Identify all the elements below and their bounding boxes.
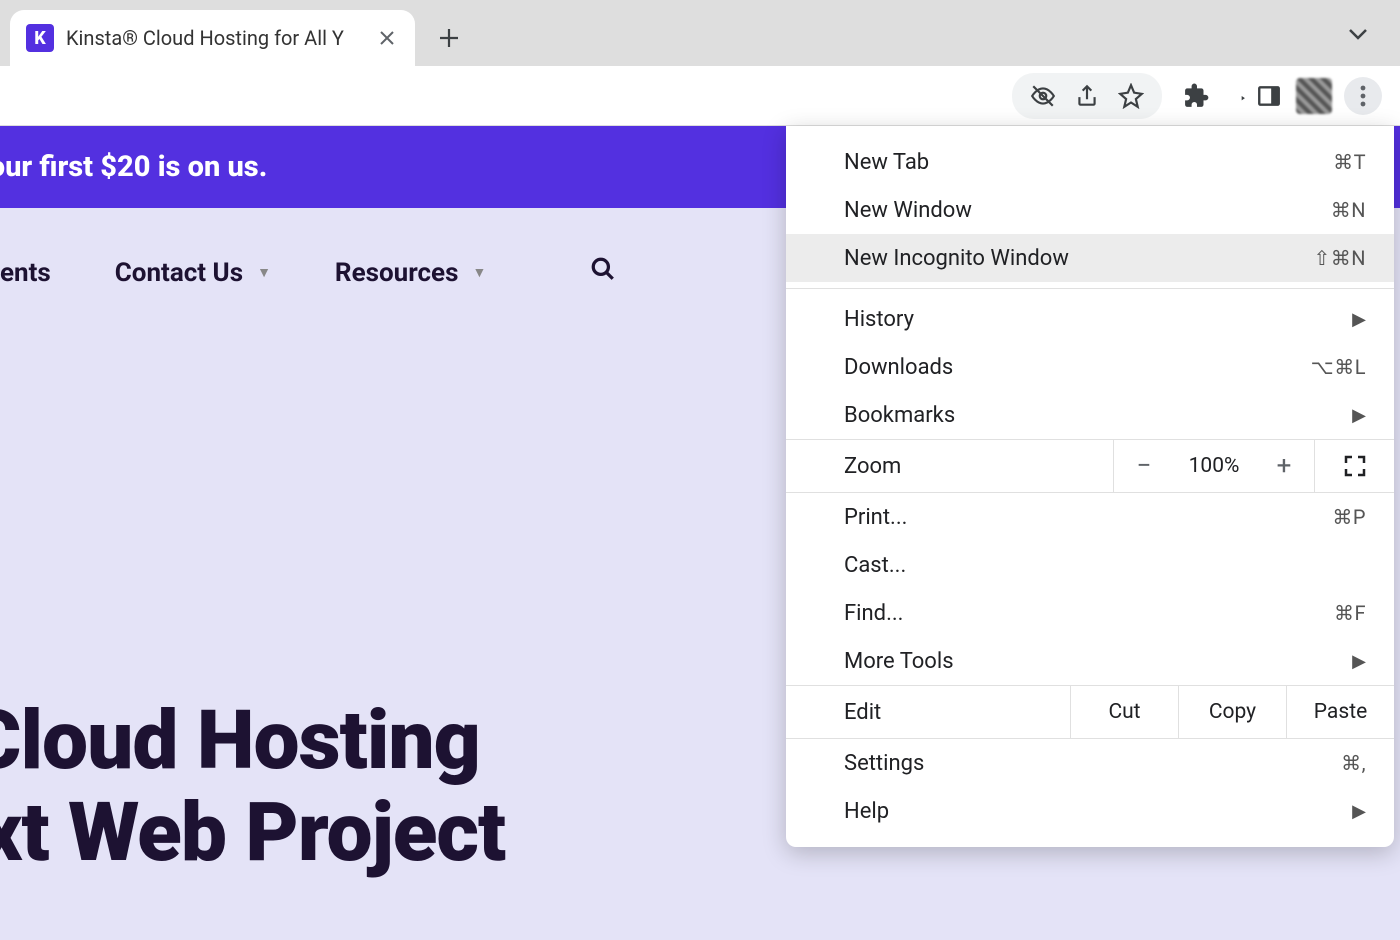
- close-icon: [379, 30, 395, 46]
- menu-print[interactable]: Print... ⌘P: [786, 493, 1394, 541]
- plus-icon: [438, 27, 460, 49]
- menu-new-incognito[interactable]: New Incognito Window ⇧⌘N: [786, 234, 1394, 282]
- search-icon: [590, 256, 616, 282]
- chevron-right-icon: ▶: [1352, 309, 1366, 330]
- fullscreen-icon: [1344, 455, 1366, 477]
- tab-favicon: K: [26, 24, 54, 52]
- menu-item-label: Zoom: [786, 454, 1113, 479]
- bookmark-button[interactable]: [1116, 81, 1146, 111]
- menu-new-window[interactable]: New Window ⌘N: [786, 186, 1394, 234]
- eye-off-button[interactable]: [1028, 81, 1058, 111]
- menu-item-label: New Incognito Window: [844, 246, 1313, 271]
- chrome-menu: New Tab ⌘T New Window ⌘N New Incognito W…: [786, 126, 1394, 847]
- edit-paste-button[interactable]: Paste: [1286, 686, 1394, 738]
- edit-cut-button[interactable]: Cut: [1070, 686, 1178, 738]
- share-icon: [1074, 83, 1100, 109]
- menu-edit-row: Edit Cut Copy Paste: [786, 685, 1394, 739]
- browser-toolbar: [0, 66, 1400, 126]
- zoom-in-button[interactable]: +: [1254, 451, 1314, 481]
- menu-cast[interactable]: Cast...: [786, 541, 1394, 589]
- nav-label: Resources: [335, 258, 459, 288]
- close-tab-button[interactable]: [375, 26, 399, 50]
- menu-item-label: Edit: [786, 700, 1070, 725]
- caret-down-icon: ▼: [472, 264, 486, 281]
- tab-title: Kinsta® Cloud Hosting for All Y: [66, 26, 363, 50]
- menu-find[interactable]: Find... ⌘F: [786, 589, 1394, 637]
- menu-item-label: Settings: [844, 751, 1341, 776]
- menu-item-shortcut: ⌘P: [1332, 505, 1366, 529]
- extensions-button[interactable]: [1182, 81, 1212, 111]
- reading-list-button[interactable]: [1218, 81, 1248, 111]
- eye-off-icon: [1030, 83, 1056, 109]
- menu-item-label: More Tools: [844, 649, 1352, 674]
- hero-line-1: st Cloud Hosting: [0, 696, 505, 788]
- side-panel-button[interactable]: [1254, 81, 1284, 111]
- chevron-right-icon: ▶: [1352, 801, 1366, 822]
- menu-history[interactable]: History ▶: [786, 295, 1394, 343]
- fullscreen-button[interactable]: [1314, 440, 1394, 492]
- zoom-percentage: 100%: [1174, 454, 1254, 478]
- star-icon: [1118, 83, 1144, 109]
- menu-item-label: Help: [844, 799, 1352, 824]
- nav-item-contact[interactable]: Contact Us ▼: [115, 258, 271, 288]
- chevron-right-icon: ▶: [1352, 651, 1366, 672]
- nav-item-resources[interactable]: Resources ▼: [335, 258, 486, 288]
- tab-strip: K Kinsta® Cloud Hosting for All Y: [0, 0, 1400, 66]
- chrome-menu-button[interactable]: [1344, 77, 1382, 115]
- site-search-button[interactable]: [590, 256, 616, 289]
- nav-label: ents: [0, 258, 51, 288]
- zoom-out-button[interactable]: −: [1114, 451, 1174, 481]
- chevron-right-icon: ▶: [1352, 405, 1366, 426]
- menu-divider: [786, 288, 1394, 289]
- menu-item-shortcut: ⌥⌘L: [1311, 355, 1366, 379]
- nav-label: Contact Us: [115, 258, 243, 288]
- edit-copy-button[interactable]: Copy: [1178, 686, 1286, 738]
- menu-item-label: History: [844, 307, 1352, 332]
- more-vertical-icon: [1360, 85, 1366, 107]
- menu-more-tools[interactable]: More Tools ▶: [786, 637, 1394, 685]
- chevron-down-icon: [1346, 22, 1370, 46]
- menu-item-label: Print...: [844, 505, 1332, 530]
- caret-down-icon: ▼: [257, 264, 271, 281]
- menu-item-shortcut: ⌘F: [1334, 601, 1366, 625]
- menu-bookmarks[interactable]: Bookmarks ▶: [786, 391, 1394, 439]
- hero-heading: st Cloud Hosting Next Web Project: [0, 696, 505, 880]
- menu-item-shortcut: ⌘N: [1331, 198, 1366, 222]
- browser-tab[interactable]: K Kinsta® Cloud Hosting for All Y: [10, 10, 415, 66]
- menu-item-label: Cast...: [844, 553, 1366, 578]
- menu-zoom-row: Zoom − 100% +: [786, 439, 1394, 493]
- menu-settings[interactable]: Settings ⌘,: [786, 739, 1394, 787]
- menu-item-label: New Window: [844, 198, 1331, 223]
- address-bar-actions: [1012, 73, 1162, 119]
- side-panel-icon: [1256, 83, 1282, 109]
- menu-new-tab[interactable]: New Tab ⌘T: [786, 138, 1394, 186]
- share-button[interactable]: [1072, 81, 1102, 111]
- menu-item-label: Find...: [844, 601, 1334, 626]
- puzzle-icon: [1184, 83, 1210, 109]
- menu-help[interactable]: Help ▶: [786, 787, 1394, 835]
- hero-line-2: Next Web Project: [0, 788, 505, 880]
- menu-item-shortcut: ⇧⌘N: [1313, 246, 1366, 270]
- menu-item-shortcut: ⌘T: [1333, 150, 1366, 174]
- profile-avatar[interactable]: [1296, 78, 1332, 114]
- reading-list-icon: [1220, 83, 1246, 109]
- nav-item-partial[interactable]: ents: [0, 258, 51, 288]
- menu-item-label: New Tab: [844, 150, 1333, 175]
- menu-item-label: Downloads: [844, 355, 1311, 380]
- tab-search-button[interactable]: [1346, 22, 1370, 50]
- menu-item-shortcut: ⌘,: [1341, 751, 1366, 775]
- menu-downloads[interactable]: Downloads ⌥⌘L: [786, 343, 1394, 391]
- zoom-controls: − 100% +: [1113, 440, 1314, 492]
- menu-item-label: Bookmarks: [844, 403, 1352, 428]
- new-tab-button[interactable]: [425, 14, 473, 62]
